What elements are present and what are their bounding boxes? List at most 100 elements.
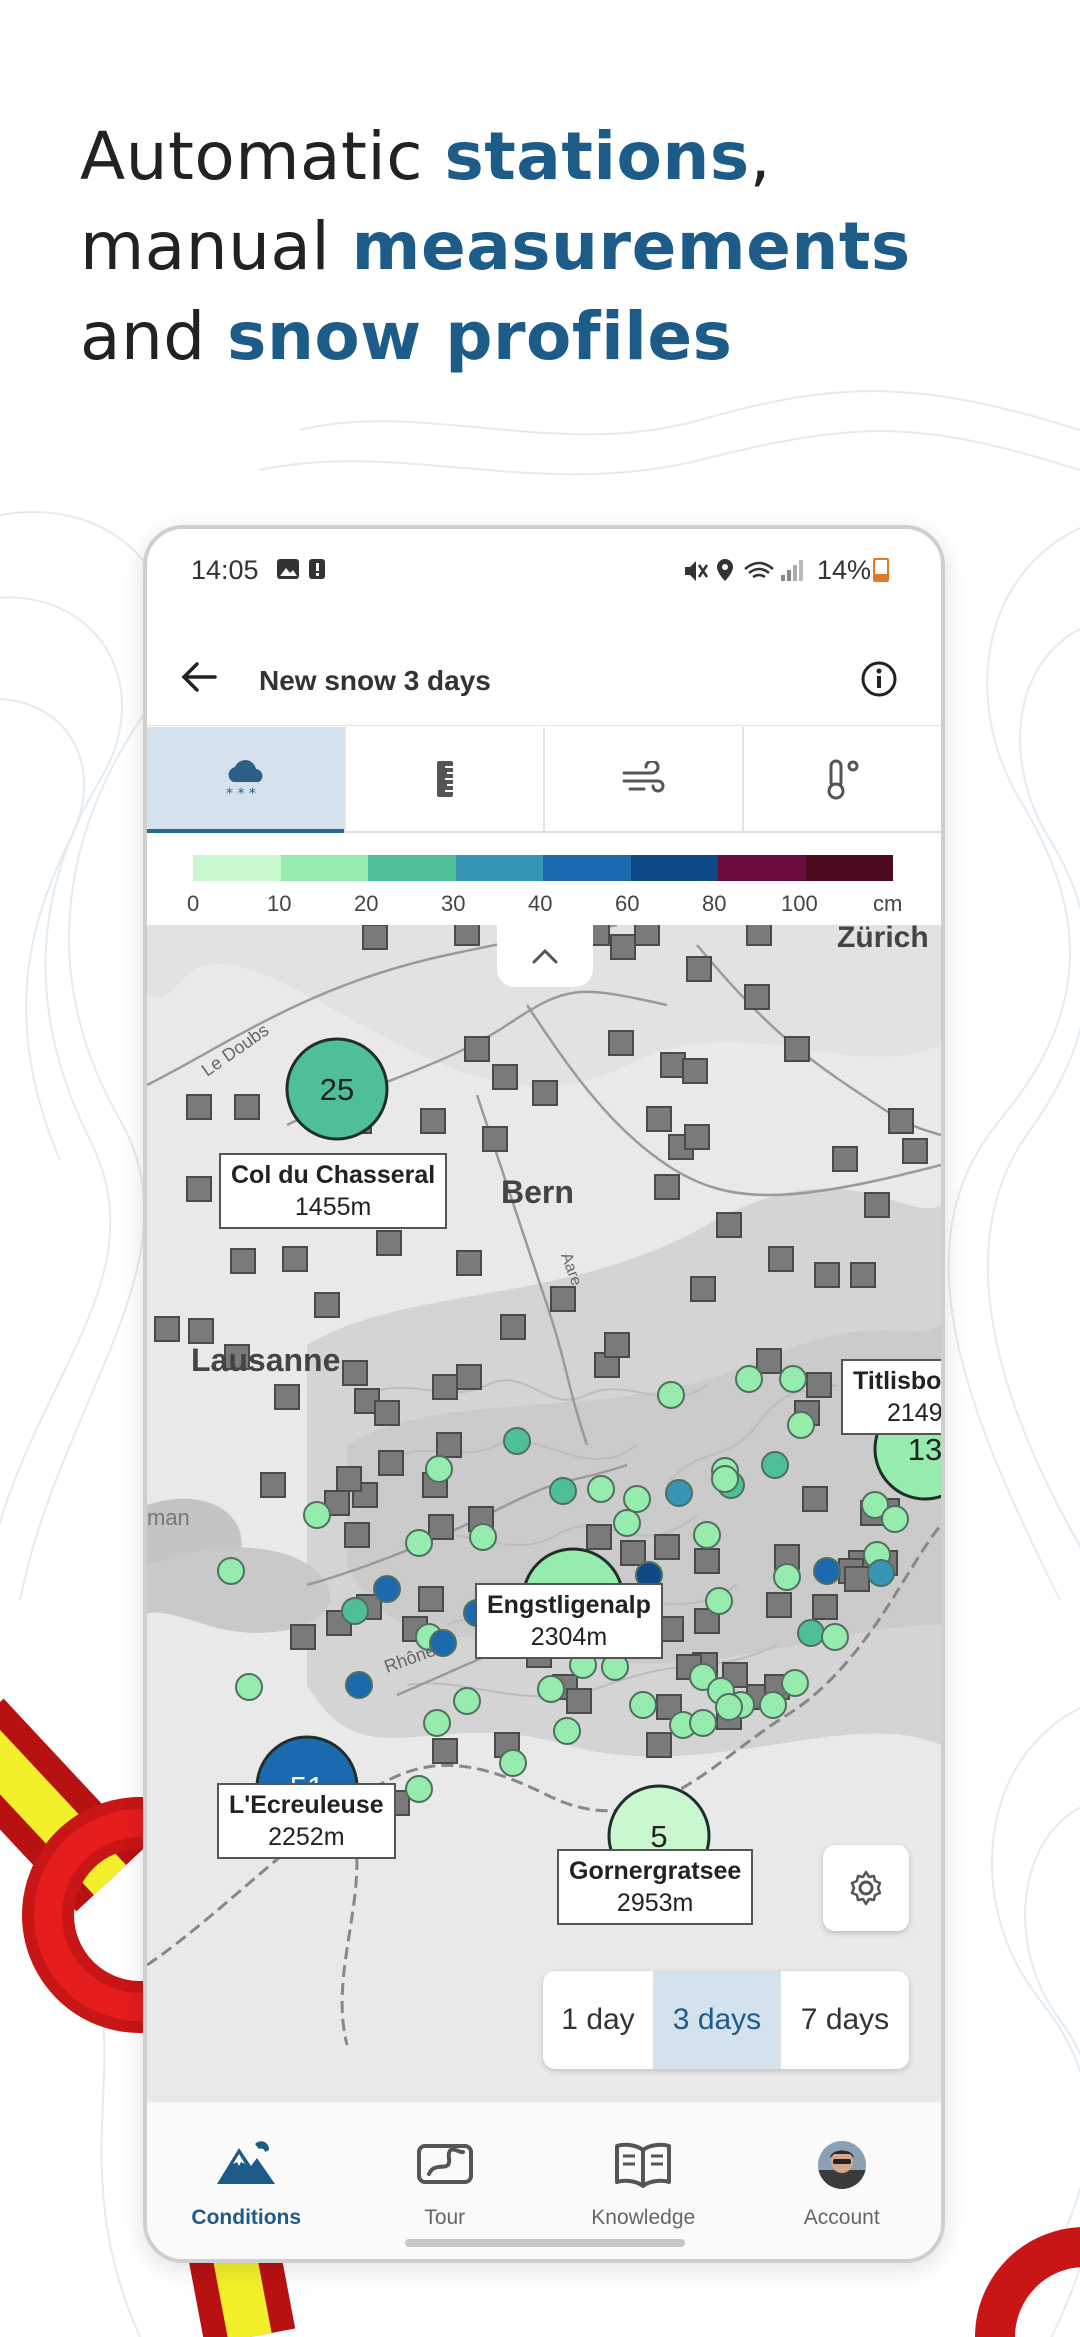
nav-conditions[interactable]: Conditions bbox=[147, 2102, 346, 2259]
station-callout-titlis[interactable]: Titlisbo 2149 bbox=[841, 1359, 941, 1435]
automatic-station-marker[interactable] bbox=[503, 1427, 531, 1455]
range-option-7-days[interactable]: 7 days bbox=[781, 1971, 909, 2069]
automatic-station-marker[interactable] bbox=[425, 1455, 453, 1483]
automatic-station-marker[interactable] bbox=[405, 1529, 433, 1557]
manual-station-marker[interactable] bbox=[864, 1192, 890, 1218]
manual-station-marker[interactable] bbox=[716, 1212, 742, 1238]
manual-station-marker[interactable] bbox=[746, 925, 772, 946]
manual-station-marker[interactable] bbox=[832, 1146, 858, 1172]
range-option-3-days[interactable]: 3 days bbox=[653, 1971, 781, 2069]
tab-new-snow[interactable]: * * * bbox=[147, 727, 346, 833]
automatic-station-marker[interactable] bbox=[781, 1669, 809, 1697]
manual-station-marker[interactable] bbox=[802, 1486, 828, 1512]
automatic-station-marker[interactable] bbox=[797, 1619, 825, 1647]
automatic-station-marker[interactable] bbox=[689, 1709, 717, 1737]
info-icon[interactable] bbox=[859, 659, 899, 699]
automatic-station-marker[interactable] bbox=[613, 1509, 641, 1537]
back-arrow-icon[interactable] bbox=[179, 659, 219, 695]
manual-station-marker[interactable] bbox=[888, 1108, 914, 1134]
station-callout-lecreuleuse[interactable]: L'Ecreuleuse 2252m bbox=[217, 1783, 396, 1859]
manual-station-marker[interactable] bbox=[660, 1052, 686, 1078]
automatic-station-marker[interactable] bbox=[345, 1671, 373, 1699]
automatic-station-marker[interactable] bbox=[549, 1477, 577, 1505]
manual-station-marker[interactable] bbox=[282, 1246, 308, 1272]
automatic-station-marker[interactable] bbox=[759, 1691, 787, 1719]
station-map[interactable]: 251451513 Zürich Bern Lausanne Le Doubs … bbox=[147, 925, 941, 2101]
manual-station-marker[interactable] bbox=[902, 1138, 928, 1164]
automatic-station-marker[interactable] bbox=[881, 1505, 909, 1533]
manual-station-marker[interactable] bbox=[260, 1472, 286, 1498]
manual-station-marker[interactable] bbox=[550, 1286, 576, 1312]
automatic-station-marker[interactable] bbox=[711, 1465, 739, 1493]
manual-station-marker[interactable] bbox=[428, 1514, 454, 1540]
manual-station-marker[interactable] bbox=[454, 925, 480, 946]
manual-station-marker[interactable] bbox=[566, 1688, 592, 1714]
automatic-station-marker[interactable] bbox=[453, 1687, 481, 1715]
collapse-legend-handle[interactable] bbox=[497, 925, 593, 987]
automatic-station-marker[interactable] bbox=[373, 1575, 401, 1603]
manual-station-marker[interactable] bbox=[608, 1030, 634, 1056]
manual-station-marker[interactable] bbox=[154, 1316, 180, 1342]
manual-station-marker[interactable] bbox=[432, 1374, 458, 1400]
manual-station-marker[interactable] bbox=[690, 1276, 716, 1302]
station-callout-engstligenalp[interactable]: Engstligenalp 2304m bbox=[475, 1583, 663, 1659]
manual-station-marker[interactable] bbox=[290, 1624, 316, 1650]
manual-station-marker[interactable] bbox=[604, 1332, 630, 1358]
automatic-station-marker[interactable] bbox=[537, 1675, 565, 1703]
nav-tour[interactable]: Tour bbox=[346, 2102, 545, 2259]
manual-station-marker[interactable] bbox=[500, 1314, 526, 1340]
automatic-station-marker[interactable] bbox=[657, 1381, 685, 1409]
manual-station-marker[interactable] bbox=[684, 1124, 710, 1150]
manual-station-marker[interactable] bbox=[654, 1534, 680, 1560]
station-callout-col-du-chasseral[interactable]: Col du Chasseral 1455m bbox=[219, 1153, 448, 1229]
automatic-station-marker[interactable] bbox=[787, 1411, 815, 1439]
manual-station-marker[interactable] bbox=[344, 1522, 370, 1548]
manual-station-marker[interactable] bbox=[744, 984, 770, 1010]
manual-station-marker[interactable] bbox=[634, 925, 660, 946]
manual-station-marker[interactable] bbox=[420, 1108, 446, 1134]
manual-station-marker[interactable] bbox=[314, 1292, 340, 1318]
manual-station-marker[interactable] bbox=[620, 1540, 646, 1566]
automatic-station-marker[interactable] bbox=[235, 1673, 263, 1701]
manual-station-marker[interactable] bbox=[362, 925, 388, 950]
manual-station-marker[interactable] bbox=[436, 1432, 462, 1458]
automatic-station-marker[interactable] bbox=[779, 1365, 807, 1393]
tab-temperature[interactable] bbox=[744, 727, 941, 831]
automatic-station-marker[interactable] bbox=[813, 1557, 841, 1585]
automatic-station-marker[interactable] bbox=[705, 1587, 733, 1615]
automatic-station-marker[interactable] bbox=[423, 1709, 451, 1737]
manual-station-marker[interactable] bbox=[784, 1036, 810, 1062]
automatic-station-marker[interactable] bbox=[587, 1475, 615, 1503]
manual-station-marker[interactable] bbox=[492, 1064, 518, 1090]
manual-station-marker[interactable] bbox=[814, 1262, 840, 1288]
manual-station-marker[interactable] bbox=[532, 1080, 558, 1106]
manual-station-marker[interactable] bbox=[682, 1058, 708, 1084]
manual-station-marker[interactable] bbox=[186, 1176, 212, 1202]
automatic-station-marker[interactable] bbox=[867, 1559, 895, 1587]
tab-wind[interactable] bbox=[545, 727, 744, 831]
automatic-station-marker[interactable] bbox=[629, 1691, 657, 1719]
manual-station-marker[interactable] bbox=[342, 1360, 368, 1386]
automatic-station-marker[interactable] bbox=[665, 1479, 693, 1507]
manual-station-marker[interactable] bbox=[768, 1246, 794, 1272]
manual-station-marker[interactable] bbox=[336, 1466, 362, 1492]
station-callout-gornergratsee[interactable]: Gornergratsee 2953m bbox=[557, 1849, 754, 1925]
map-settings-button[interactable] bbox=[823, 1845, 909, 1931]
automatic-station-marker[interactable] bbox=[405, 1775, 433, 1803]
manual-station-marker[interactable] bbox=[418, 1586, 444, 1612]
automatic-station-marker[interactable] bbox=[341, 1597, 369, 1625]
manual-station-marker[interactable] bbox=[432, 1738, 458, 1764]
automatic-station-marker[interactable] bbox=[303, 1501, 331, 1529]
tab-snow-depth[interactable] bbox=[346, 727, 545, 831]
manual-station-marker[interactable] bbox=[646, 1106, 672, 1132]
manual-station-marker[interactable] bbox=[456, 1364, 482, 1390]
manual-station-marker[interactable] bbox=[234, 1094, 260, 1120]
manual-station-marker[interactable] bbox=[186, 1094, 212, 1120]
automatic-station-marker[interactable] bbox=[553, 1717, 581, 1745]
automatic-station-marker[interactable] bbox=[715, 1693, 743, 1721]
manual-station-marker[interactable] bbox=[188, 1318, 214, 1344]
automatic-station-marker[interactable] bbox=[499, 1749, 527, 1777]
manual-station-marker[interactable] bbox=[654, 1174, 680, 1200]
manual-station-marker[interactable] bbox=[686, 956, 712, 982]
manual-station-marker[interactable] bbox=[766, 1592, 792, 1618]
